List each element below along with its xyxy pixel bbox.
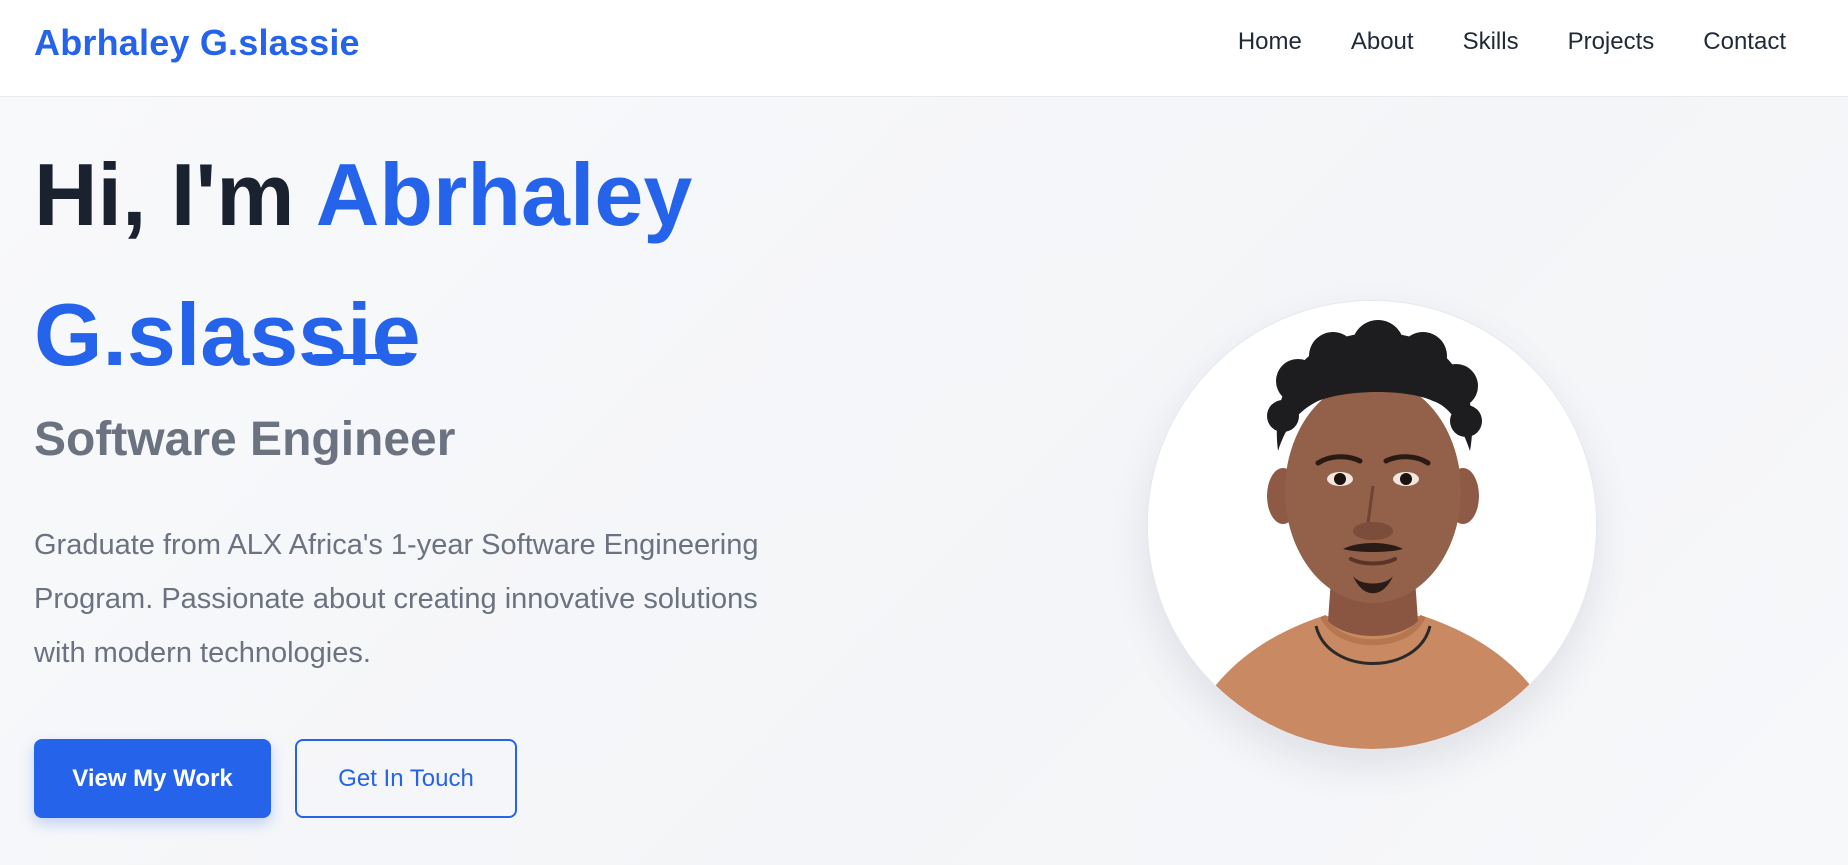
nav-links: Home About Skills Projects Contact (1189, 28, 1786, 56)
hero-headline: Hi, I'm Abrhaley G.slassie (34, 125, 834, 405)
profile-photo (1147, 300, 1597, 750)
navbar: Abrhaley G.slassie Home About Skills Pro… (0, 0, 1848, 97)
view-my-work-button[interactable]: View My Work (34, 739, 271, 818)
nav-link-contact[interactable]: Contact (1703, 28, 1786, 56)
hero-subtitle: Software Engineer (34, 413, 456, 466)
name-last: G.slassie (34, 285, 421, 384)
name-underline (313, 354, 409, 359)
nav-link-skills[interactable]: Skills (1463, 28, 1519, 56)
greeting-text: Hi, I'm (34, 145, 316, 244)
nav-link-about[interactable]: About (1351, 28, 1414, 56)
profile-photo-illustration (1148, 301, 1596, 749)
brand-logo[interactable]: Abrhaley G.slassie (34, 22, 360, 64)
nav-link-home[interactable]: Home (1238, 28, 1302, 56)
get-in-touch-button[interactable]: Get In Touch (295, 739, 517, 818)
hero-intro: Graduate from ALX Africa's 1-year Softwa… (34, 529, 759, 669)
nav-link-projects[interactable]: Projects (1568, 28, 1655, 56)
name-first: Abrhaley (315, 145, 693, 244)
